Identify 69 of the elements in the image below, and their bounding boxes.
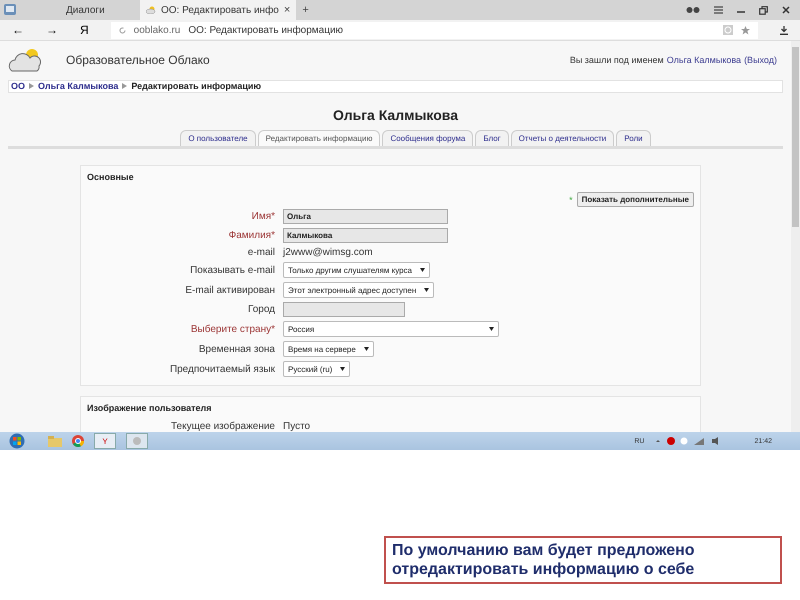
select-field[interactable]: Время на сервере <box>283 341 374 357</box>
close-icon[interactable] <box>782 6 790 14</box>
page-title: Ольга Калмыкова <box>332 107 460 123</box>
yandex-taskbar-button[interactable]: Y <box>94 433 116 449</box>
required-mark: * <box>569 194 573 204</box>
page-title-text: ОО: Редактировать информацию <box>188 24 344 36</box>
new-tab-button[interactable]: + <box>302 4 309 16</box>
profile-tab[interactable]: Роли <box>616 130 651 146</box>
select-field[interactable]: Россия <box>283 321 499 337</box>
yandex-button[interactable]: Я <box>80 23 89 37</box>
restore-icon[interactable] <box>759 6 768 14</box>
browser-tab[interactable]: ОО: Редактировать инфо × <box>140 0 296 20</box>
dropdown-caret-icon <box>364 347 369 351</box>
dropdown-caret-icon <box>424 288 430 292</box>
site-name: Образовательное Облако <box>66 53 210 68</box>
profile-tab[interactable]: Отчеты о деятельности <box>510 130 614 146</box>
scrollbar-thumb[interactable] <box>792 47 799 227</box>
logout-link[interactable]: (Выход) <box>744 55 777 66</box>
star-icon[interactable] <box>741 26 750 34</box>
chrome-icon[interactable] <box>72 435 84 447</box>
select-field[interactable]: Только другим слушателям курса <box>283 262 430 278</box>
caption-text: По умолчанию вам будет предложено отредактировать информацию о себе <box>384 536 782 584</box>
field-label: Показывать e-mail <box>189 264 275 276</box>
cloud-logo <box>8 46 44 74</box>
address-bar[interactable]: ooblako.ru ОО: Редактировать информацию <box>110 22 758 38</box>
dropdown-caret-icon <box>489 327 494 331</box>
profile-tab[interactable]: О пользователе <box>180 130 256 146</box>
profile-tab[interactable]: Сообщения форума <box>382 130 474 146</box>
forward-button[interactable]: → <box>46 23 58 37</box>
start-button[interactable] <box>8 433 26 449</box>
field-label: Текущее изображение <box>170 421 275 432</box>
download-icon[interactable] <box>780 26 788 34</box>
profile-tab[interactable]: Редактировать информацию <box>258 130 380 146</box>
text-field[interactable]: Ольга <box>283 209 448 224</box>
field-label: Предпочитаемый язык <box>168 364 275 374</box>
field-label: E-mail активирован <box>184 284 275 296</box>
field-label: Выберите страну* <box>190 324 275 334</box>
dropdown-caret-icon <box>420 268 426 272</box>
breadcrumb[interactable]: Ольга Калмыкова <box>38 81 118 92</box>
text-field[interactable]: Калмыкова <box>283 228 448 243</box>
menu-icon[interactable] <box>714 6 723 14</box>
field-label: e-mail <box>246 247 275 258</box>
field-label: Фамилия* <box>228 230 275 241</box>
section-legend: Основные <box>87 172 694 182</box>
user-link[interactable]: Ольга Калмыкова <box>666 55 742 66</box>
field-label: Имя* <box>250 211 275 222</box>
field-value: Пусто <box>283 421 312 432</box>
select-field[interactable]: Русский (ru) <box>283 361 350 377</box>
text-field[interactable] <box>283 302 405 317</box>
back-button[interactable]: ← <box>12 23 24 37</box>
field-label: Временная зона <box>198 344 275 354</box>
login-text: Вы зашли под именем <box>570 55 664 66</box>
show-more-button[interactable]: Показать дополнительные <box>576 192 694 207</box>
cloud-icon <box>146 6 156 14</box>
app-taskbar-icon[interactable] <box>126 433 148 449</box>
select-field[interactable]: Этот электронный адрес доступен <box>283 282 434 298</box>
section-legend: Изображение пользователя <box>87 403 694 413</box>
profile-tab[interactable]: Блог <box>475 130 509 146</box>
breadcrumb: Редактировать информацию <box>131 81 262 92</box>
breadcrumb[interactable]: ОО <box>11 81 26 92</box>
dropdown-caret-icon <box>340 367 346 371</box>
url-domain: ooblako.ru <box>134 24 180 36</box>
separator-icon <box>122 83 128 90</box>
browser-tab[interactable]: Диалоги <box>60 0 140 20</box>
close-tab-icon[interactable]: × <box>284 4 290 16</box>
separator-icon <box>29 83 34 90</box>
field-label: Город <box>246 304 275 315</box>
reload-icon[interactable] <box>118 26 126 34</box>
email-value: j2www@wimsg.com <box>283 247 374 258</box>
